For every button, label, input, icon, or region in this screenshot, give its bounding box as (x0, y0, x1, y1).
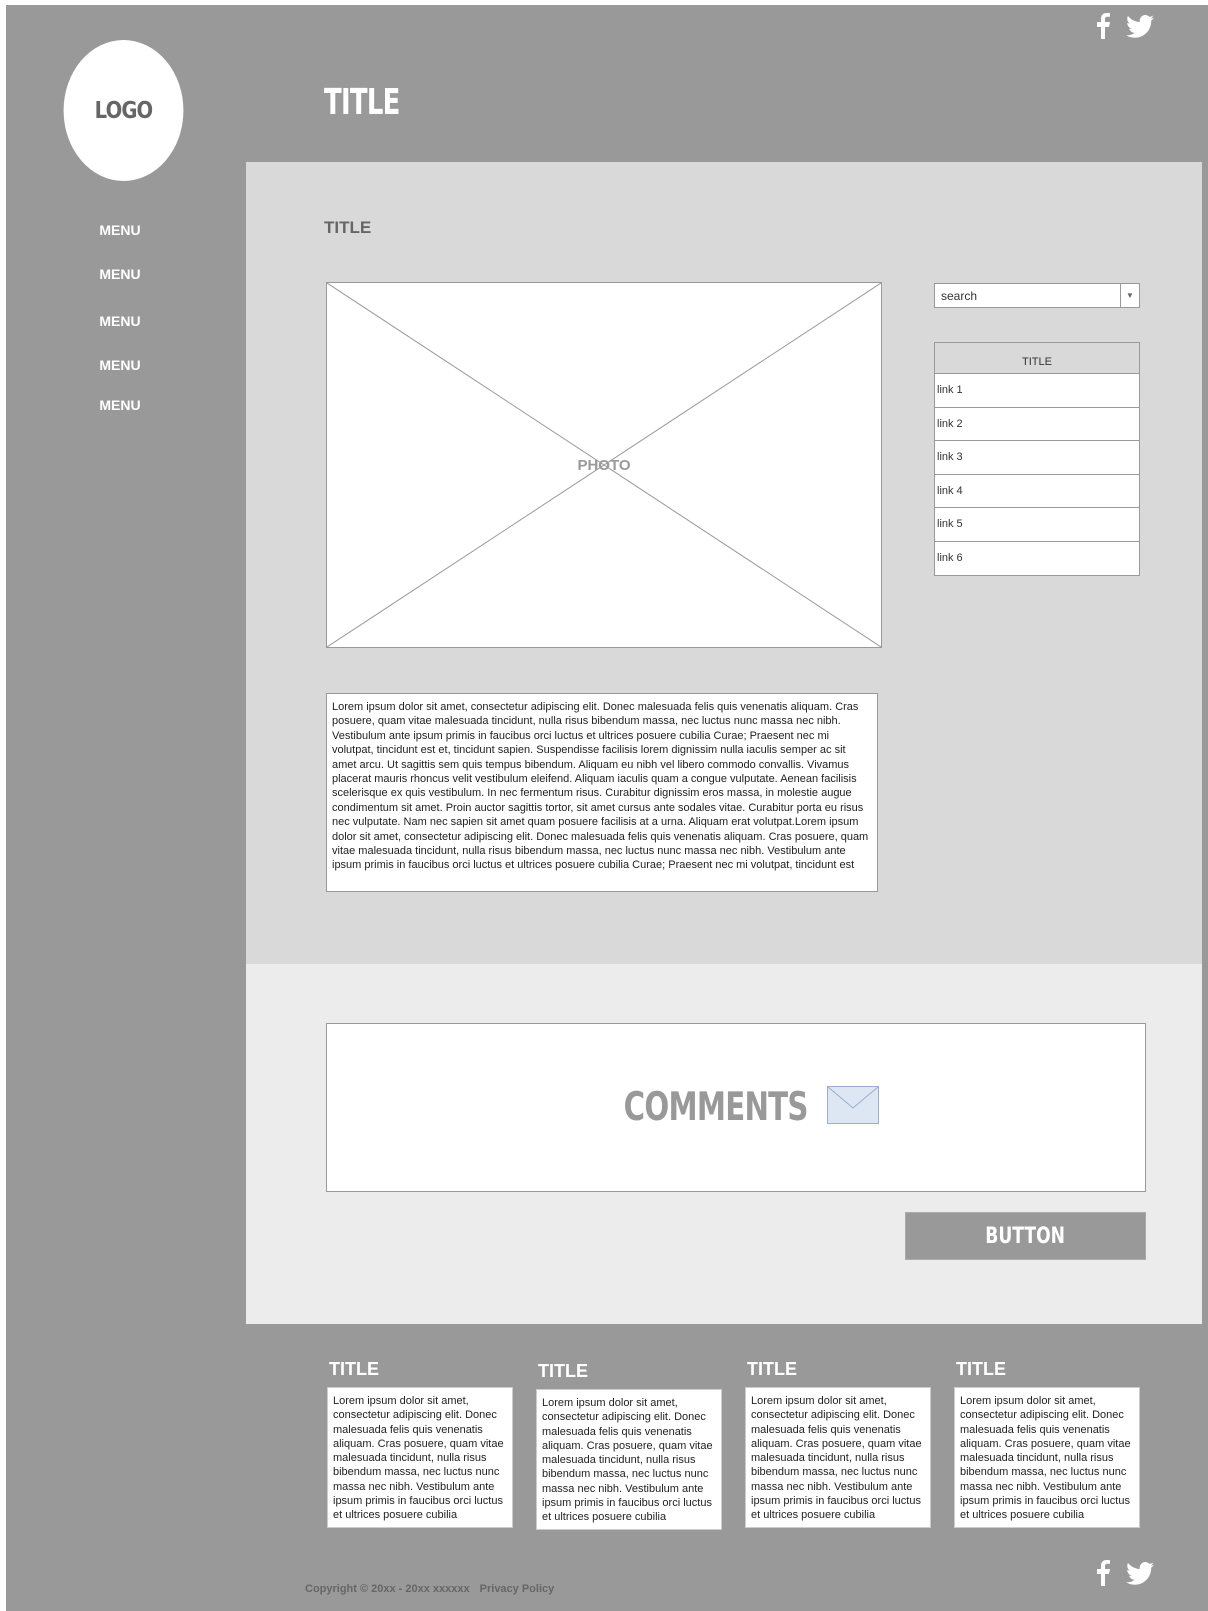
social-links-bottom (1096, 1556, 1154, 1590)
chevron-down-icon[interactable]: ▼ (1120, 284, 1139, 307)
body-text: Lorem ipsum dolor sit amet, consectetur … (326, 693, 878, 892)
copyright: Copyright © 20xx - 20xx xxxxxx Privacy Po… (305, 1583, 564, 1595)
search-combobox[interactable]: ▼ (934, 283, 1140, 308)
footer-column-text: Lorem ipsum dolor sit amet, consectetur … (745, 1387, 931, 1528)
sidebar-item-menu-4[interactable]: MENU (0, 357, 240, 373)
sidebar-item-menu-2[interactable]: MENU (0, 266, 240, 282)
facebook-icon[interactable] (1096, 1560, 1110, 1586)
footer-column-title: TITLE (956, 1359, 1006, 1379)
link-item-5[interactable]: link 5 (935, 508, 1139, 542)
footer-column-text: Lorem ipsum dolor sit amet, consectetur … (536, 1389, 722, 1530)
sidebar-item-menu-1[interactable]: MENU (0, 222, 240, 238)
search-input[interactable] (935, 284, 1120, 307)
submit-button-label: BUTTON (985, 1223, 1066, 1249)
footer-column-2: TITLE Lorem ipsum dolor sit amet, consec… (536, 1361, 722, 1530)
footer-column-title: TITLE (329, 1359, 379, 1379)
photo-placeholder: PHOTO (326, 282, 882, 648)
sidebar-item-menu-3[interactable]: MENU (0, 313, 240, 329)
footer-column-text: Lorem ipsum dolor sit amet, consectetur … (327, 1387, 513, 1528)
link-item-2[interactable]: link 2 (935, 408, 1139, 441)
photo-label: PHOTO (577, 457, 631, 474)
facebook-icon[interactable] (1096, 13, 1110, 39)
logo[interactable]: LOGO (63, 40, 184, 181)
link-item-4[interactable]: link 4 (935, 475, 1139, 508)
links-panel-title: TITLE (935, 343, 1139, 374)
link-item-3[interactable]: link 3 (935, 441, 1139, 475)
comments-box[interactable]: COMMENTS (326, 1023, 1146, 1192)
section-title: TITLE (324, 218, 372, 237)
sidebar-item-menu-5[interactable]: MENU (0, 397, 240, 413)
submit-button[interactable]: BUTTON (905, 1212, 1146, 1260)
link-item-1[interactable]: link 1 (935, 374, 1139, 408)
envelope-icon (826, 1086, 879, 1129)
footer-column-title: TITLE (538, 1361, 588, 1381)
twitter-icon[interactable] (1126, 14, 1154, 38)
link-item-6[interactable]: link 6 (935, 542, 1139, 576)
page-title: TITLE (324, 82, 400, 123)
comments-label: COMMENTS (623, 1085, 809, 1130)
privacy-policy-link[interactable]: Privacy Policy (480, 1583, 555, 1595)
twitter-icon[interactable] (1126, 1561, 1154, 1585)
footer-column-4: TITLE Lorem ipsum dolor sit amet, consec… (954, 1359, 1140, 1528)
footer-column-text: Lorem ipsum dolor sit amet, consectetur … (954, 1387, 1140, 1528)
copyright-text: Copyright © 20xx - 20xx xxxxxx (305, 1583, 470, 1595)
social-links-top (1096, 9, 1154, 43)
footer-column-1: TITLE Lorem ipsum dolor sit amet, consec… (327, 1359, 513, 1528)
footer-column-3: TITLE Lorem ipsum dolor sit amet, consec… (745, 1359, 931, 1528)
links-panel: TITLE link 1 link 2 link 3 link 4 link 5… (934, 342, 1140, 576)
footer-column-title: TITLE (747, 1359, 797, 1379)
